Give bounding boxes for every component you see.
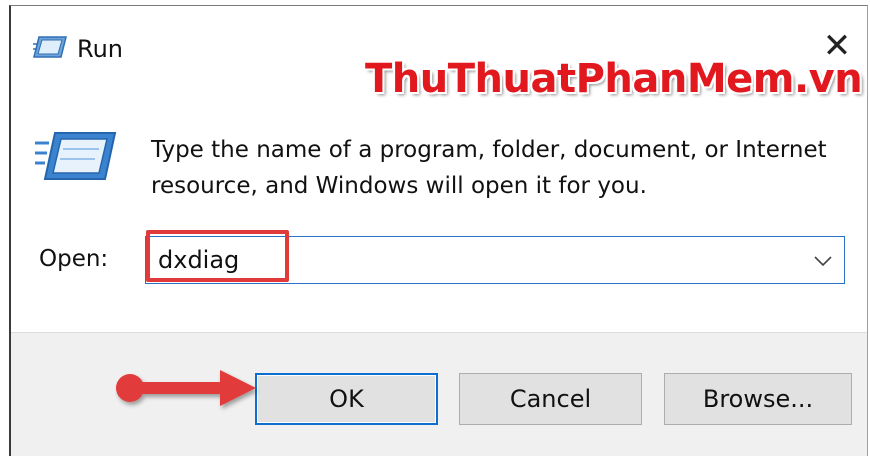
description-line-2: resource, and Windows will open it for y… (151, 173, 647, 199)
chevron-down-icon[interactable] (810, 249, 836, 273)
run-dialog-icon (33, 36, 67, 62)
browse-button[interactable]: Browse... (664, 373, 852, 425)
dialog-title: Run (77, 35, 124, 63)
description: Type the name of a program, folder, docu… (151, 132, 851, 204)
run-program-icon (35, 131, 117, 185)
watermark: ThuThuatPhanMem.vn (365, 56, 863, 102)
description-line-1: Type the name of a program, folder, docu… (151, 137, 827, 163)
red-arrow-pointer (108, 358, 268, 422)
open-label: Open: (39, 246, 109, 272)
highlight-box (146, 230, 289, 282)
cancel-button[interactable]: Cancel (459, 373, 642, 425)
ok-button[interactable]: OK (255, 373, 438, 425)
